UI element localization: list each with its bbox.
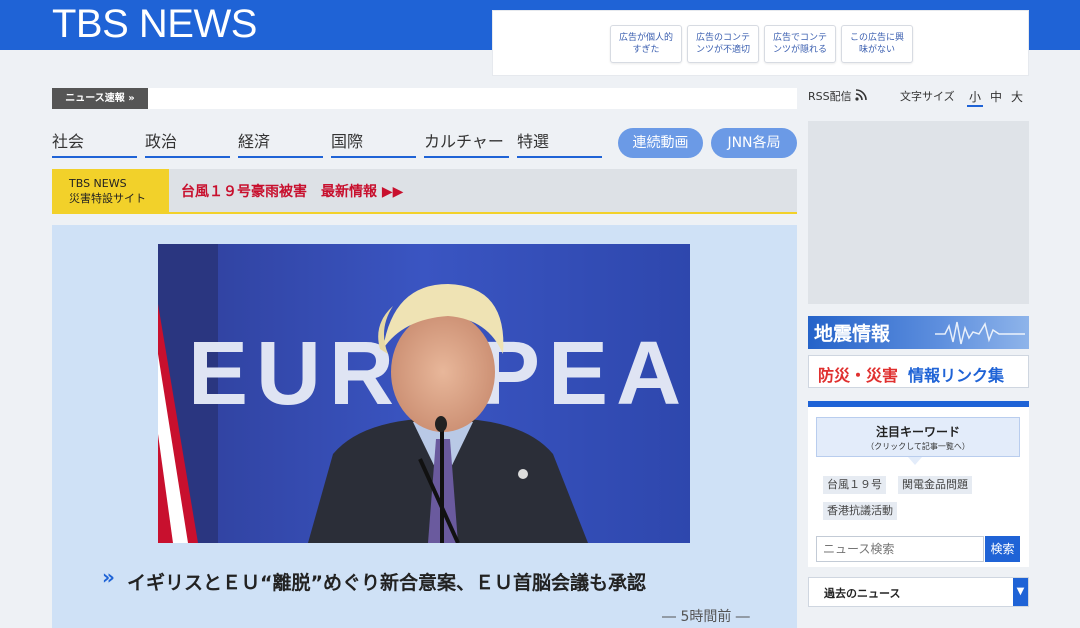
earthquake-info-banner[interactable]: 地震情報 — [808, 316, 1029, 349]
sidebar-ad-slot[interactable] — [808, 121, 1029, 304]
rss-link[interactable]: RSS配信 — [808, 88, 867, 104]
disaster-site-label[interactable]: TBS NEWS 災害特設サイト — [52, 169, 169, 212]
tab-economy[interactable]: 経済 — [238, 130, 323, 158]
disaster-links-banner[interactable]: 防災・災害 情報リンク集 — [808, 355, 1029, 388]
tab-culture[interactable]: カルチャー — [424, 130, 509, 158]
top-story-headline[interactable]: イギリスとＥＵ“離脱”めぐり新合意案、ＥＵ首脳会議も承認 — [127, 568, 646, 595]
keywords-header: 注目キーワード （クリックして記事一覧へ） — [816, 417, 1020, 457]
seismograph-icon — [935, 321, 1025, 345]
disaster-links-part2: 情報リンク集 — [908, 366, 1005, 385]
past-news-dropdown[interactable]: 過去のニュース ▼ — [808, 577, 1029, 607]
font-size-label: 文字サイズ — [900, 90, 955, 103]
disaster-label-line2: 災害特設サイト — [69, 192, 146, 205]
tab-international[interactable]: 国際 — [331, 130, 416, 158]
font-size-large-button[interactable]: 大 — [1011, 88, 1023, 105]
ad-feedback-covers-content-button[interactable]: 広告でコンテンツが隠れる — [764, 25, 836, 63]
keyword-tag[interactable]: 台風１９号 — [823, 476, 886, 494]
news-search-button[interactable]: 検索 — [985, 536, 1020, 562]
disaster-label-line1: TBS NEWS — [69, 177, 127, 190]
site-logo[interactable]: TBS NEWS — [52, 2, 257, 46]
disaster-banner: TBS NEWS 災害特設サイト 台風１９号豪雨被害 最新情報 ▶▶ — [52, 169, 797, 214]
keyword-tag[interactable]: 関電金品問題 — [898, 476, 972, 494]
breaking-news-label[interactable]: ニュース速報 » — [52, 88, 148, 109]
continuous-video-button[interactable]: 連続動画 — [618, 128, 703, 158]
featured-keywords-panel: 注目キーワード （クリックして記事一覧へ） 台風１９号 関電金品問題 香港抗議活… — [808, 401, 1029, 567]
headline-chevron-icon: » — [102, 565, 115, 589]
rss-label: RSS配信 — [808, 90, 852, 103]
ad-feedback-inappropriate-button[interactable]: 広告のコンテンツが不適切 — [687, 25, 759, 63]
top-story-timestamp: ― 5時間前 ― — [662, 609, 750, 625]
keyword-tag[interactable]: 香港抗議活動 — [823, 502, 897, 520]
ad-feedback-box: 広告が個人的すぎた 広告のコンテンツが不適切 広告でコンテンツが隠れる この広告… — [492, 10, 1029, 76]
past-news-label: 過去のニュース — [824, 587, 901, 600]
disaster-links-part1: 防災・災害 — [818, 366, 899, 385]
ad-feedback-not-interested-button[interactable]: この広告に興味がない — [841, 25, 913, 63]
top-story-photo[interactable]: EUROPEAN — [158, 244, 690, 543]
jnn-stations-button[interactable]: JNN各局 — [711, 128, 797, 158]
font-size-medium-button[interactable]: 中 — [990, 88, 1002, 105]
keywords-header-pointer — [908, 457, 922, 465]
tab-society[interactable]: 社会 — [52, 130, 137, 158]
rss-icon — [855, 89, 867, 101]
press-conference-image: EUROPEAN — [158, 244, 690, 543]
chevron-down-icon[interactable]: ▼ — [1013, 578, 1028, 606]
keywords-title: 注目キーワード — [875, 425, 960, 439]
font-size-small-button[interactable]: 小 — [967, 88, 984, 107]
ad-feedback-too-personal-button[interactable]: 広告が個人的すぎた — [610, 25, 682, 63]
keywords-subtitle: （クリックして記事一覧へ） — [866, 442, 970, 451]
tab-politics[interactable]: 政治 — [145, 130, 230, 158]
news-search-input[interactable] — [816, 536, 984, 562]
earthquake-info-label: 地震情報 — [814, 323, 891, 345]
top-story: EUROPEAN » イギリスとＥＵ“離脱”めぐり新合意案、ＥＵ首脳会議も承認 … — [52, 225, 797, 628]
tab-featured[interactable]: 特選 — [517, 130, 602, 158]
breaking-news-ticker: ニュース速報 » — [52, 88, 797, 109]
typhoon-news-link[interactable]: 台風１９号豪雨被害 最新情報 ▶▶ — [181, 181, 403, 201]
